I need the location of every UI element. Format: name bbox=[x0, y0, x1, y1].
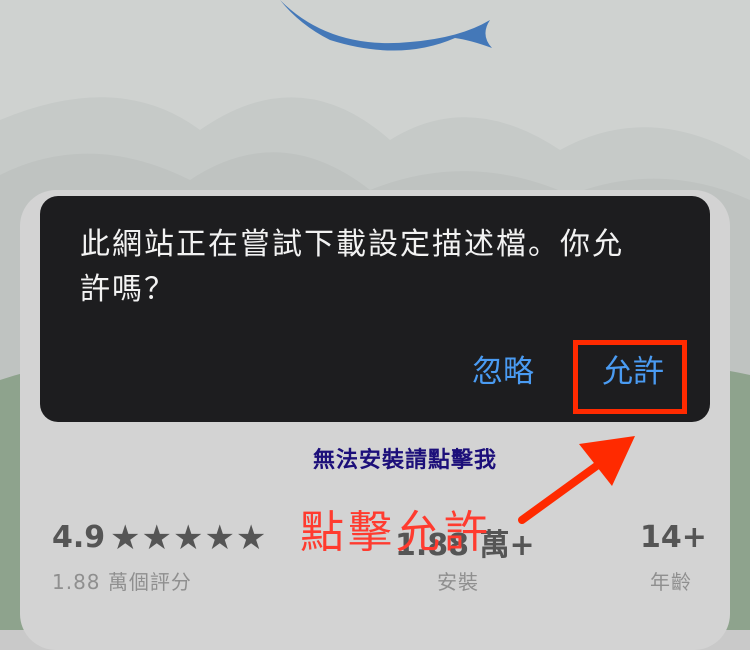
install-help-link[interactable]: 無法安裝請點擊我 bbox=[0, 442, 750, 474]
rating-count: 1.88 萬個評分 bbox=[52, 570, 192, 594]
dialog-message-line2: 許嗎？ bbox=[80, 272, 176, 307]
dialog-message-line1: 此網站正在嘗試下載設定描述檔。你允 bbox=[80, 227, 624, 262]
installs-label: 安裝 bbox=[437, 570, 479, 594]
age-value: 14+ bbox=[640, 520, 707, 555]
star-rating-icon: ★★★★★ bbox=[110, 518, 268, 558]
allow-highlight-box bbox=[573, 340, 687, 414]
tap-allow-annotation: 點擊允許 bbox=[300, 507, 492, 558]
age-label: 年齡 bbox=[650, 570, 692, 594]
rating-value: 4.9 bbox=[52, 520, 106, 555]
dialog-message: 此網站正在嘗試下載設定描述檔。你允 許嗎？ bbox=[80, 222, 680, 312]
ignore-button[interactable]: 忽略 bbox=[472, 346, 534, 391]
